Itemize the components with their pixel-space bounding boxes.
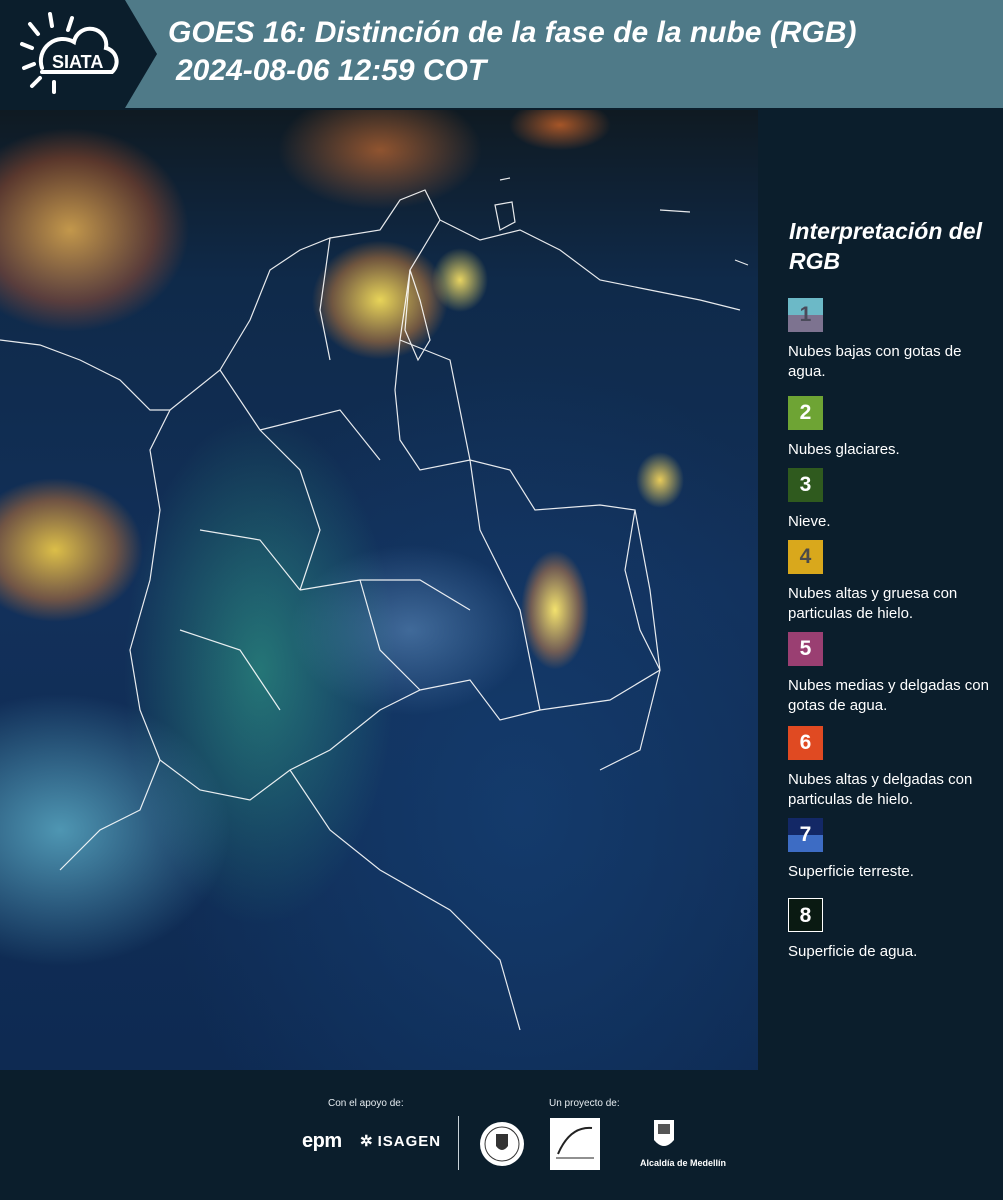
- isagen-logo: ✲ ISAGEN: [360, 1132, 441, 1150]
- legend-label: Superficie de agua.: [788, 943, 918, 960]
- siata-logo: SIATA: [12, 8, 124, 100]
- header: SIATA GOES 16: Distinción de la fase de …: [0, 0, 1003, 110]
- alcaldia-logo: Alcaldía de Medellín: [640, 1118, 726, 1172]
- footer-divider: [458, 1116, 459, 1170]
- legend-swatch: 7: [788, 818, 823, 852]
- legend-swatch: 8: [788, 898, 823, 932]
- legend-swatch: 1: [788, 298, 823, 332]
- siata-logo-icon: SIATA: [20, 12, 119, 94]
- medellin-seal-icon: [480, 1122, 524, 1166]
- map-borders: [0, 177, 749, 1031]
- department-lines: [179, 237, 541, 711]
- alcaldia-text: Alcaldía de Medellín: [640, 1158, 727, 1168]
- satellite-map: [0, 110, 758, 1070]
- brazil-border: [599, 509, 661, 771]
- alcaldia-crest-icon: [654, 1120, 674, 1146]
- legend-title: Interpretación del RGB: [789, 218, 982, 274]
- ecuador-border: [59, 759, 161, 871]
- island-2: [499, 177, 749, 266]
- legend-label: Nubes altas y gruesa con particulas de h…: [788, 585, 958, 622]
- legend-label: Nubes bajas con gotas de agua.: [788, 343, 962, 380]
- area-metropolitana-logo-icon: [550, 1118, 600, 1170]
- island-1: [494, 201, 516, 231]
- legend-swatch: 4: [788, 540, 823, 574]
- legend-swatch: 5: [788, 632, 823, 666]
- legend-label: Nubes glaciares.: [788, 441, 900, 458]
- panama-border: [0, 339, 170, 411]
- peru-border: [289, 769, 521, 1031]
- project-label: Un proyecto de:: [549, 1098, 620, 1109]
- legend-label: Superficie terreste.: [788, 863, 914, 880]
- legend-swatch: 6: [788, 726, 823, 760]
- support-label: Con el apoyo de:: [328, 1098, 404, 1109]
- isagen-mark-icon: ✲: [360, 1133, 374, 1150]
- legend-swatch: 3: [788, 468, 823, 502]
- venezuela-border: [439, 219, 741, 311]
- page-title: GOES 16: Distinción de la fase de la nub…: [168, 16, 857, 49]
- legend-swatch: 2: [788, 396, 823, 430]
- colombia-border: [129, 189, 661, 801]
- legend-label: Nieve.: [788, 513, 831, 530]
- legend-label: Nubes medias y delgadas con gotas de agu…: [788, 677, 989, 714]
- header-chevron: [125, 0, 157, 108]
- legend-label: Nubes altas y delgadas con particulas de…: [788, 771, 973, 808]
- isagen-text: ISAGEN: [377, 1133, 442, 1150]
- page-subtitle: 2024-08-06 12:59 COT: [176, 54, 487, 87]
- epm-logo: epm: [302, 1130, 342, 1152]
- footer: Con el apoyo de: Un proyecto de: epm ✲ IS…: [0, 1070, 1003, 1200]
- logo-text: SIATA: [52, 52, 103, 72]
